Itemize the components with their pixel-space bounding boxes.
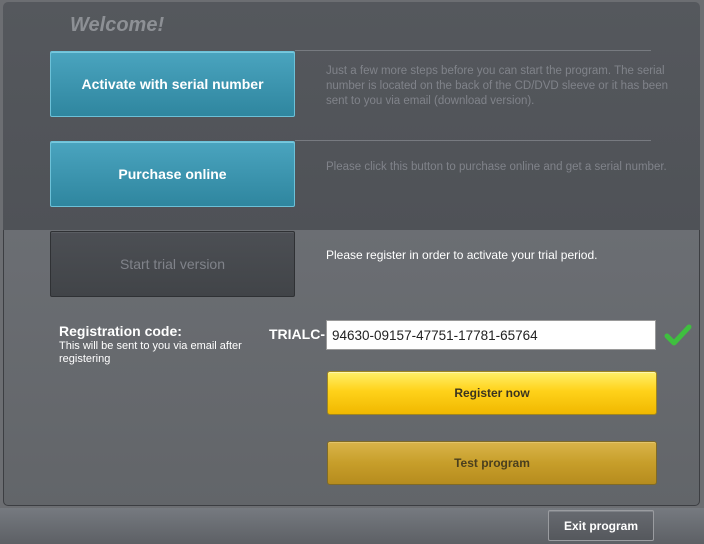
- register-now-button[interactable]: Register now: [327, 371, 657, 415]
- divider: [295, 50, 651, 51]
- registration-code-label: Registration code:: [59, 323, 182, 339]
- divider: [295, 140, 651, 141]
- activate-description: Just a few more steps before you can sta…: [326, 65, 668, 107]
- registration-hint: This will be sent to you via email after…: [59, 340, 242, 365]
- purchase-description: Please click this button to purchase onl…: [326, 161, 667, 173]
- activate-serial-button[interactable]: Activate with serial number: [50, 51, 295, 117]
- checkmark-icon: [664, 324, 692, 346]
- welcome-title: Welcome!: [70, 14, 165, 36]
- exit-program-button[interactable]: Exit program: [548, 510, 654, 541]
- code-prefix: TRIALC-: [269, 326, 325, 342]
- registration-window: Welcome! Activate with serial number Jus…: [0, 0, 704, 544]
- start-trial-button[interactable]: Start trial version: [50, 231, 295, 297]
- purchase-online-button[interactable]: Purchase online: [50, 141, 295, 207]
- trial-description: Please register in order to activate you…: [326, 248, 598, 262]
- test-program-button[interactable]: Test program: [327, 441, 657, 485]
- registration-code-input[interactable]: [326, 320, 656, 350]
